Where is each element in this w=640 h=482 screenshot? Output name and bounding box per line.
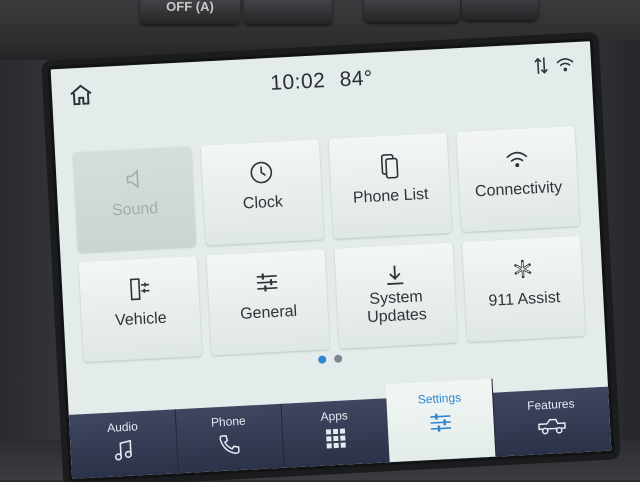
tile-label: Vehicle: [114, 309, 168, 330]
speaker-icon: [126, 169, 139, 189]
tile-label: System Updates: [341, 287, 453, 329]
nav-label: Features: [526, 396, 575, 413]
tile-label: General: [239, 302, 298, 323]
nav-label: Apps: [320, 408, 349, 424]
clock-time: 10:02: [269, 69, 326, 95]
tile-label: Connectivity: [474, 178, 563, 201]
nav-apps[interactable]: Apps: [280, 398, 391, 468]
phone-list-icon: [380, 153, 399, 179]
wifi-icon: [506, 151, 528, 168]
apps-grid-icon: [325, 428, 346, 449]
nav-label: Settings: [417, 390, 462, 407]
page-indicator: [317, 354, 354, 366]
download-icon: [387, 265, 404, 285]
clock-icon: [250, 161, 273, 184]
off-auto-button[interactable]: OFF (A): [140, 0, 240, 24]
nav-label: Phone: [210, 413, 247, 430]
hardware-button[interactable]: [364, 0, 460, 22]
status-icons: [533, 54, 578, 76]
nav-audio[interactable]: Audio: [68, 409, 179, 479]
settings-sliders-icon: [430, 413, 451, 432]
tile-sound[interactable]: Sound: [73, 146, 197, 253]
tile-label: Clock: [242, 193, 284, 213]
phone-icon: [219, 434, 240, 454]
asterisk-icon: [513, 259, 532, 279]
off-auto-label: OFF (A): [166, 0, 214, 14]
music-note-icon: [114, 439, 132, 461]
outside-temperature: 84°: [339, 66, 374, 92]
hardware-button[interactable]: [462, 0, 538, 20]
wifi-status-icon: [556, 58, 574, 72]
tile-phone-list[interactable]: Phone List: [328, 132, 452, 239]
nav-features[interactable]: Features: [492, 387, 611, 457]
tile-911-assist[interactable]: 911 Assist: [462, 235, 586, 342]
tile-connectivity[interactable]: Connectivity: [456, 126, 580, 233]
infotainment-screen: 10:02 84° Sound Clock Phone List Connect…: [47, 37, 615, 482]
data-transfer-icon: [534, 57, 548, 74]
tile-general[interactable]: General: [206, 249, 330, 356]
truck-icon: [538, 418, 566, 435]
nav-settings[interactable]: Settings: [385, 378, 497, 466]
tile-label: Sound: [111, 199, 159, 220]
vehicle-icon: [129, 278, 150, 301]
settings-tiles: Sound Clock Phone List Connectivity Vehi…: [72, 106, 593, 363]
page-dot-inactive[interactable]: [333, 354, 343, 363]
tile-vehicle[interactable]: Vehicle: [78, 256, 202, 363]
hardware-button[interactable]: [244, 0, 332, 24]
tile-clock[interactable]: Clock: [200, 139, 324, 246]
nav-phone[interactable]: Phone: [174, 403, 285, 474]
nav-label: Audio: [106, 419, 139, 435]
status-time-temp: 10:02 84°: [51, 55, 592, 107]
tile-system-updates[interactable]: System Updates: [334, 242, 458, 349]
tile-label: 911 Assist: [488, 289, 561, 310]
sliders-icon: [256, 273, 278, 292]
page-dot-active[interactable]: [317, 355, 327, 364]
tile-label: Phone List: [352, 185, 429, 207]
